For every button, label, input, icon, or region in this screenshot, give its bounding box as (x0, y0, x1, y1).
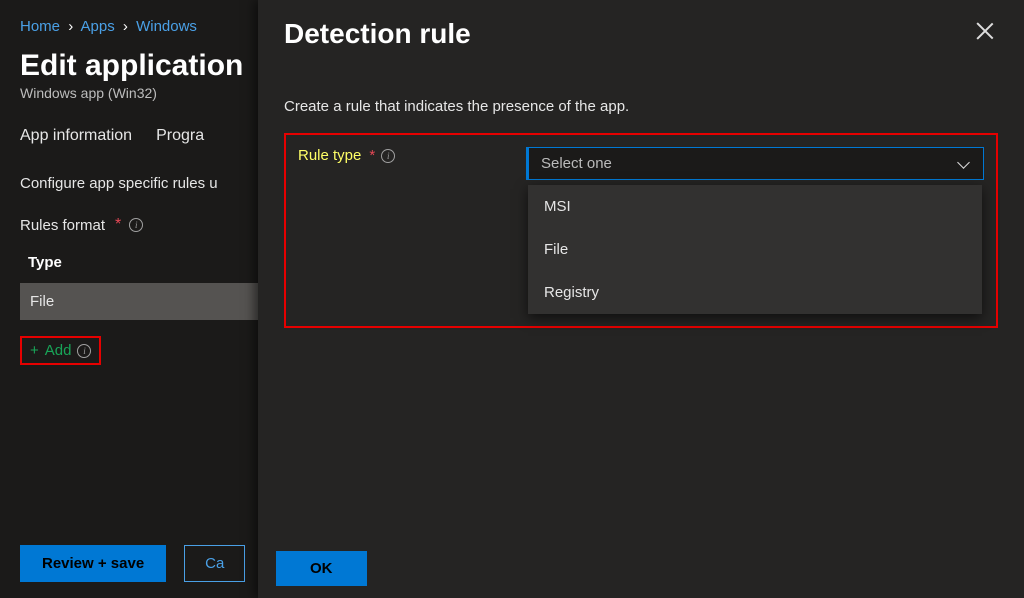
cancel-button[interactable]: Ca (184, 545, 245, 582)
panel-title: Detection rule (284, 18, 471, 50)
add-rule-button[interactable]: + Add i (20, 336, 101, 365)
rule-type-dropdown: MSI File Registry (528, 185, 982, 314)
breadcrumb-home[interactable]: Home (20, 18, 60, 35)
breadcrumb-windows[interactable]: Windows (136, 18, 197, 35)
panel-description: Create a rule that indicates the presenc… (284, 98, 998, 115)
ok-button[interactable]: OK (276, 551, 367, 586)
required-asterisk-icon: * (115, 216, 121, 234)
tab-program[interactable]: Progra (156, 127, 204, 151)
breadcrumb-sep-icon: › (68, 18, 73, 35)
required-asterisk-icon: * (369, 147, 375, 164)
chevron-down-icon (957, 157, 971, 171)
info-icon[interactable]: i (77, 344, 91, 358)
plus-icon: + (30, 342, 39, 359)
breadcrumb-apps[interactable]: Apps (81, 18, 115, 35)
add-label: Add (45, 342, 72, 359)
info-icon[interactable]: i (129, 218, 143, 232)
info-icon[interactable]: i (381, 149, 395, 163)
detection-rule-panel: Detection rule Create a rule that indica… (258, 0, 1024, 598)
rule-type-label: Rule type * i (298, 147, 518, 164)
dropdown-option-file[interactable]: File (528, 228, 982, 271)
rule-type-select[interactable]: Select one (526, 147, 984, 180)
breadcrumb-sep-icon: › (123, 18, 128, 35)
dropdown-option-msi[interactable]: MSI (528, 185, 982, 228)
dropdown-option-registry[interactable]: Registry (528, 271, 982, 314)
rules-format-label: Rules format (20, 217, 105, 234)
close-icon[interactable] (972, 18, 998, 44)
rule-type-highlight-region: Rule type * i Select one MSI File Regist… (284, 133, 998, 328)
select-placeholder: Select one (541, 155, 612, 172)
bottom-action-bar: Review + save Ca (20, 545, 245, 582)
tab-app-information[interactable]: App information (20, 127, 132, 151)
review-save-button[interactable]: Review + save (20, 545, 166, 582)
